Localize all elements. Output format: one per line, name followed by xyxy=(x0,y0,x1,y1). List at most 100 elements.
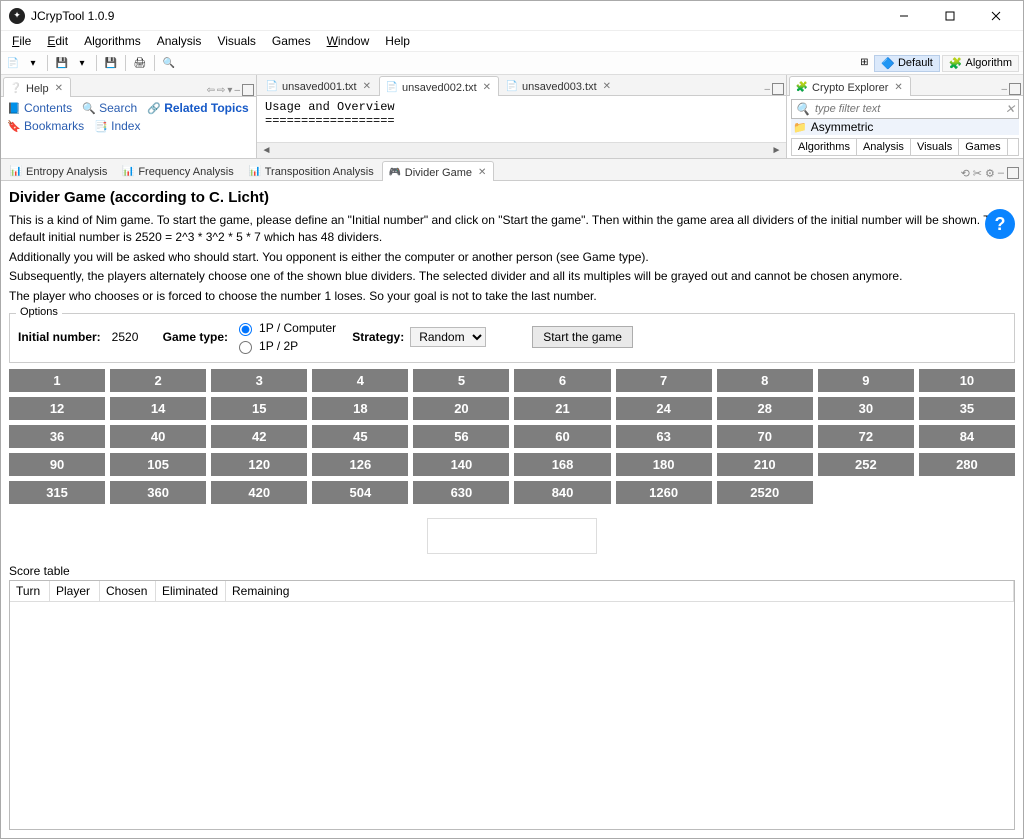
explorer-tab-visuals[interactable]: Visuals xyxy=(911,139,959,155)
divider-cell[interactable]: 9 xyxy=(818,369,914,392)
divider-cell[interactable]: 28 xyxy=(717,397,813,420)
menu-help[interactable]: Help xyxy=(378,32,417,50)
divider-cell[interactable]: 30 xyxy=(818,397,914,420)
minimize-pane-icon[interactable]: – xyxy=(1001,84,1007,95)
perspective-algorithm[interactable]: 🧩 Algorithm xyxy=(942,55,1019,72)
minimize-button[interactable] xyxy=(881,1,927,31)
tab-entropy-analysis[interactable]: 📊 Entropy Analysis xyxy=(3,160,115,180)
editor-tab-2[interactable]: 📄 unsaved002.txt ✕ xyxy=(379,76,499,96)
divider-cell[interactable]: 504 xyxy=(312,481,408,504)
divider-cell[interactable]: 210 xyxy=(717,453,813,476)
strategy-select[interactable]: Random xyxy=(410,327,486,347)
close-icon[interactable]: ✕ xyxy=(894,82,902,93)
divider-cell[interactable]: 56 xyxy=(413,425,509,448)
divider-cell[interactable]: 105 xyxy=(110,453,206,476)
divider-cell[interactable]: 630 xyxy=(413,481,509,504)
editor-tab-1[interactable]: 📄 unsaved001.txt ✕ xyxy=(259,75,379,95)
close-icon[interactable]: ✕ xyxy=(478,167,486,178)
divider-cell[interactable]: 120 xyxy=(211,453,307,476)
divider-cell[interactable]: 72 xyxy=(818,425,914,448)
minimize-pane-icon[interactable]: – xyxy=(998,167,1004,180)
radio-1p-2p[interactable]: 1P / 2P xyxy=(234,338,336,354)
close-icon[interactable]: ✕ xyxy=(55,83,63,94)
menu-games[interactable]: Games xyxy=(265,32,318,50)
help-fab-button[interactable]: ? xyxy=(985,209,1015,239)
help-bookmarks-link[interactable]: Bookmarks xyxy=(24,119,84,133)
view-menu-icon[interactable]: ▾ xyxy=(227,85,232,96)
menu-visuals[interactable]: Visuals xyxy=(210,32,262,50)
divider-cell[interactable]: 3 xyxy=(211,369,307,392)
divider-cell[interactable]: 5 xyxy=(413,369,509,392)
open-perspective-icon[interactable]: ⊞ xyxy=(856,55,872,71)
close-button[interactable] xyxy=(973,1,1019,31)
back-icon[interactable]: ⇦ xyxy=(207,85,215,96)
dropdown-icon[interactable]: ▾ xyxy=(25,55,41,71)
divider-cell[interactable]: 168 xyxy=(514,453,610,476)
tab-divider-game[interactable]: 🎮 Divider Game ✕ xyxy=(382,161,495,181)
menu-analysis[interactable]: Analysis xyxy=(150,32,209,50)
menu-file[interactable]: File xyxy=(5,32,38,50)
minimize-pane-icon[interactable]: – xyxy=(764,84,770,95)
divider-cell[interactable]: 10 xyxy=(919,369,1015,392)
divider-cell[interactable]: 60 xyxy=(514,425,610,448)
editor-body[interactable]: Usage and Overview ================== xyxy=(257,96,786,142)
tab-crypto-explorer[interactable]: 🧩 Crypto Explorer ✕ xyxy=(789,76,911,96)
tab-help[interactable]: ❔ Help ✕ xyxy=(3,77,71,97)
explorer-tab-algorithms[interactable]: Algorithms xyxy=(792,139,857,155)
perspective-default[interactable]: 🔷 Default xyxy=(874,55,940,72)
divider-cell[interactable]: 40 xyxy=(110,425,206,448)
new-file-icon[interactable]: 📄 xyxy=(5,55,21,71)
initial-number-input[interactable]: 2520 xyxy=(107,327,147,347)
divider-cell[interactable]: 140 xyxy=(413,453,509,476)
help-search-link[interactable]: Search xyxy=(99,101,137,115)
maximize-button[interactable] xyxy=(927,1,973,31)
settings-icon[interactable]: ⚙ xyxy=(985,167,995,180)
divider-cell[interactable]: 15 xyxy=(211,397,307,420)
filter-input[interactable]: 🔍 ✕ xyxy=(791,99,1019,119)
menu-algorithms[interactable]: Algorithms xyxy=(77,32,148,50)
divider-cell[interactable]: 1260 xyxy=(616,481,712,504)
minimize-pane-icon[interactable]: – xyxy=(234,85,240,96)
divider-cell[interactable]: 280 xyxy=(919,453,1015,476)
divider-cell[interactable]: 840 xyxy=(514,481,610,504)
scroll-left-icon[interactable]: ◄ xyxy=(259,143,274,158)
divider-cell[interactable]: 180 xyxy=(616,453,712,476)
divider-cell[interactable]: 24 xyxy=(616,397,712,420)
close-icon[interactable]: ✕ xyxy=(603,81,611,92)
close-icon[interactable]: ✕ xyxy=(483,82,491,93)
menu-window[interactable]: Window xyxy=(320,32,377,50)
search-icon[interactable]: 🔍 xyxy=(161,55,177,71)
divider-cell[interactable]: 42 xyxy=(211,425,307,448)
cut-icon[interactable]: ✂ xyxy=(973,167,982,180)
divider-cell[interactable]: 90 xyxy=(9,453,105,476)
editor-tab-3[interactable]: 📄 unsaved003.txt ✕ xyxy=(499,75,619,95)
tab-transposition-analysis[interactable]: 📊 Transposition Analysis xyxy=(242,160,382,180)
horizontal-scrollbar[interactable]: ◄ ► xyxy=(257,142,786,158)
save-all-icon[interactable]: 💾 xyxy=(103,55,119,71)
divider-cell[interactable]: 7 xyxy=(616,369,712,392)
explorer-tab-games[interactable]: Games xyxy=(959,139,1007,155)
start-game-button[interactable]: Start the game xyxy=(532,326,633,348)
divider-cell[interactable]: 126 xyxy=(312,453,408,476)
save-icon[interactable]: 💾 xyxy=(54,55,70,71)
explorer-tab-analysis[interactable]: Analysis xyxy=(857,139,911,155)
help-related-link[interactable]: Related Topics xyxy=(164,101,248,115)
divider-cell[interactable]: 6 xyxy=(514,369,610,392)
maximize-pane-icon[interactable] xyxy=(1007,167,1019,179)
divider-cell[interactable]: 21 xyxy=(514,397,610,420)
divider-cell[interactable]: 8 xyxy=(717,369,813,392)
divider-cell[interactable]: 70 xyxy=(717,425,813,448)
maximize-pane-icon[interactable] xyxy=(772,83,784,95)
print-icon[interactable]: 🖨 xyxy=(132,55,148,71)
close-icon[interactable]: ✕ xyxy=(363,81,371,92)
divider-cell[interactable]: 420 xyxy=(211,481,307,504)
divider-cell[interactable]: 63 xyxy=(616,425,712,448)
help-index-link[interactable]: Index xyxy=(111,119,140,133)
divider-cell[interactable]: 2 xyxy=(110,369,206,392)
tree-item-asymmetric[interactable]: 📁 Asymmetric xyxy=(791,119,1019,135)
scroll-right-icon[interactable]: ► xyxy=(769,143,784,158)
divider-cell[interactable]: 35 xyxy=(919,397,1015,420)
help-contents-link[interactable]: Contents xyxy=(24,101,72,115)
refresh-icon[interactable]: ⟲ xyxy=(961,167,970,180)
maximize-pane-icon[interactable] xyxy=(1009,83,1021,95)
